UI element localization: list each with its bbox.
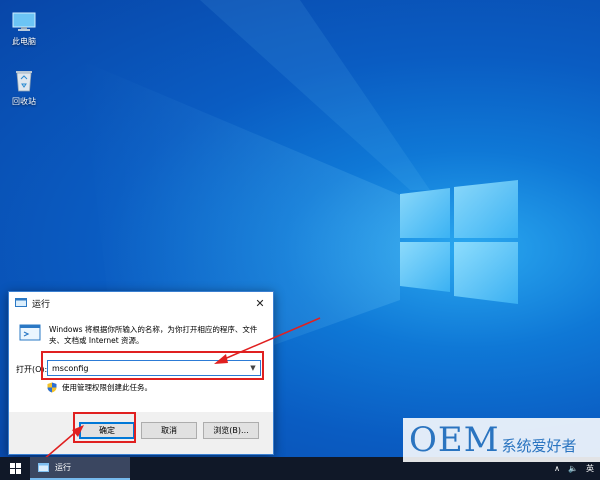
watermark-text: 系统爱好者 xyxy=(501,436,577,455)
watermark-brand: OEM xyxy=(409,420,500,460)
run-dialog-title: 运行 xyxy=(32,299,51,310)
run-dialog-description: Windows 将根据你所输入的名称，为你打开相应的程序、文件夹、文档或 Int… xyxy=(49,325,258,345)
browse-button[interactable]: 浏览(B)... xyxy=(203,422,259,439)
desktop-icon-this-pc[interactable]: 此电脑 xyxy=(4,6,44,47)
ime-indicator[interactable]: 英 xyxy=(586,463,594,474)
desktop-icon-label: 回收站 xyxy=(12,97,36,106)
system-tray: ∧ 🔈 英 xyxy=(554,463,600,474)
annotation-box-ok xyxy=(73,412,136,443)
desktop-icon-recycle-bin[interactable]: 回收站 xyxy=(4,66,44,107)
recycle-bin-icon xyxy=(4,66,44,92)
windows-logo xyxy=(400,180,518,304)
shield-icon xyxy=(47,382,57,393)
taskbar-item-label: 运行 xyxy=(55,463,71,472)
desktop-icon-label: 此电脑 xyxy=(12,37,36,46)
run-dialog-titlebar[interactable]: 运行 ✕ xyxy=(9,292,273,314)
annotation-box-input xyxy=(41,351,264,380)
run-dialog-button-bar: 确定 取消 浏览(B)... xyxy=(9,412,273,454)
start-button[interactable] xyxy=(0,457,30,480)
run-icon xyxy=(15,298,27,307)
windows-start-icon xyxy=(9,463,21,474)
chevron-up-icon[interactable]: ∧ xyxy=(554,464,560,473)
close-icon: ✕ xyxy=(255,296,265,310)
speaker-icon[interactable]: 🔈 xyxy=(568,464,578,473)
admin-note-row: 使用管理权限创建此任务。 xyxy=(47,382,152,393)
watermark: OEM 系统爱好者 xyxy=(403,418,600,462)
cancel-button[interactable]: 取消 xyxy=(141,422,197,439)
run-icon xyxy=(38,463,49,472)
taskbar-item-run[interactable]: 运行 xyxy=(30,457,130,480)
run-program-icon xyxy=(19,324,41,341)
admin-note: 使用管理权限创建此任务。 xyxy=(62,383,152,392)
close-button[interactable]: ✕ xyxy=(247,292,273,314)
this-pc-icon xyxy=(4,6,44,32)
